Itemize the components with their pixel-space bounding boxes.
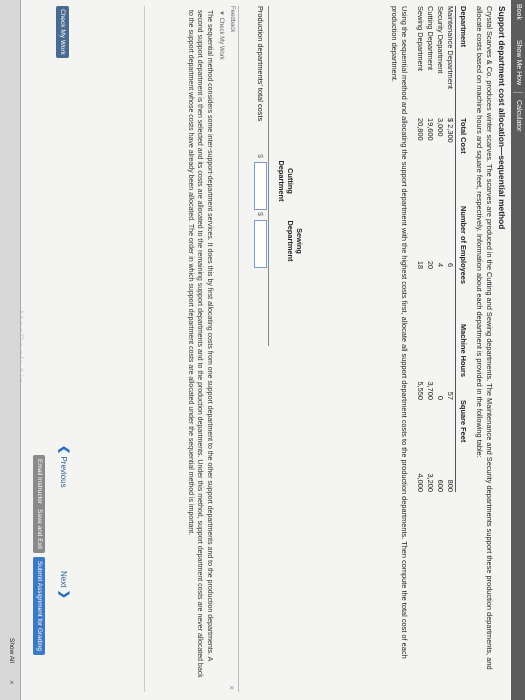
table-cell: $ 2,300 <box>446 118 455 143</box>
table-cell: 5,550 <box>416 381 425 401</box>
show-all-button[interactable]: Show All <box>8 638 15 663</box>
next-button[interactable]: Next ❯ <box>58 571 71 631</box>
sewing-column-header: Sewing Department <box>286 211 304 271</box>
feedback-panel: Feedback ▼ Check My Work The sequential … <box>158 6 239 692</box>
sewing-header-line2: Department <box>286 220 295 262</box>
answer-header: Cutting Department Sewing Department <box>265 6 304 346</box>
table-row: Maintenance Department $ 2,300 6 57 800 <box>445 6 456 492</box>
cutting-column-header: Cutting Department <box>277 151 295 211</box>
book-link[interactable]: Book <box>515 4 522 20</box>
problem-intro: Crystal Scarves & Co. produces winter sc… <box>475 6 494 670</box>
check-my-work-button[interactable]: Check My Work <box>56 6 69 58</box>
table-cell: 4,000 <box>416 473 425 493</box>
submit-assignment-button[interactable]: Submit Assignment for Grading <box>33 557 45 655</box>
answer-row-label: Production departments' total costs <box>256 6 265 122</box>
previous-label: Previous <box>59 456 68 488</box>
sewing-total-input[interactable] <box>254 220 267 268</box>
close-icon[interactable]: × <box>7 680 16 685</box>
table-cell: 3,700 <box>426 381 435 401</box>
cutting-total-input[interactable] <box>254 162 267 210</box>
download-bar: Show All × <box>0 0 21 700</box>
table-cell: 19,600 <box>426 118 435 141</box>
table-cell: 3,000 <box>436 118 445 137</box>
table-cell: 18 <box>416 260 425 270</box>
table-header-row: Department Total Cost Number of Employee… <box>455 6 468 492</box>
table-cell: 600 <box>436 479 445 492</box>
feedback-text: The sequential method considers some int… <box>187 10 213 678</box>
currency-symbol: $ <box>256 212 265 217</box>
top-toolbar: Book Show Me How Calculator <box>511 0 525 700</box>
table-header: Department <box>455 6 468 118</box>
email-instructor-button[interactable]: Email Instructor <box>33 455 45 509</box>
table-cell: Security Department <box>436 6 445 74</box>
calculator-link[interactable]: Calculator <box>515 100 522 132</box>
table-cell: Cutting Department <box>426 6 435 71</box>
chevron-right-icon: ❯ <box>58 589 70 599</box>
table-cell: 0 <box>436 395 445 400</box>
table-cell: Maintenance Department <box>446 6 455 89</box>
table-row: Sewing Department 20,800 18 5,550 4,000 <box>415 6 425 492</box>
save-and-exit-button[interactable]: Save and Exit <box>33 505 45 554</box>
previous-button[interactable]: ❮ Previous <box>58 445 71 505</box>
department-table: Department Total Cost Number of Employee… <box>415 6 468 492</box>
next-label: Next <box>59 571 68 588</box>
sewing-header-line1: Sewing <box>295 228 304 254</box>
table-cell: 800 <box>446 479 455 492</box>
table-row: Cutting Department 19,600 20 3,700 3,200 <box>425 6 435 492</box>
table-cell: 3,200 <box>426 473 435 493</box>
chevron-left-icon: ❮ <box>58 445 70 455</box>
show-me-how-link[interactable]: Show Me How <box>515 40 522 85</box>
feedback-check-toggle[interactable]: ▼ Check My Work <box>218 10 224 60</box>
cutting-header-line2: Department <box>277 160 286 202</box>
table-header: Machine Hours <box>455 324 468 400</box>
answer-row: Production departments' total costs $ $ <box>252 6 269 346</box>
close-icon[interactable]: × <box>227 685 236 690</box>
currency-symbol: $ <box>256 154 265 159</box>
problem-title: Support department cost allocation—seque… <box>497 6 507 230</box>
problem-content: Support department cost allocation—seque… <box>381 6 507 686</box>
table-cell: 6 <box>446 262 455 268</box>
table-header: Number of Employees <box>455 206 468 324</box>
table-header: Square Feet <box>455 400 468 492</box>
table-row: Security Department 3,000 4 0 600 <box>435 6 445 492</box>
problem-instruction: Using the sequential method and allocati… <box>390 6 409 659</box>
table-header: Total Cost <box>455 118 468 206</box>
cutting-header-line1: Cutting <box>286 168 295 194</box>
table-cell: 57 <box>446 391 455 400</box>
table-cell: 20,800 <box>416 118 425 141</box>
toolbar-divider <box>513 92 523 93</box>
table-cell: 4 <box>436 262 445 268</box>
table-cell: 20 <box>426 260 435 270</box>
feedback-label: Feedback <box>229 6 235 33</box>
divider <box>144 6 145 692</box>
screen-rotated: Book Show Me How Calculator Support depa… <box>0 0 525 700</box>
table-cell: Sewing Department <box>416 6 425 71</box>
